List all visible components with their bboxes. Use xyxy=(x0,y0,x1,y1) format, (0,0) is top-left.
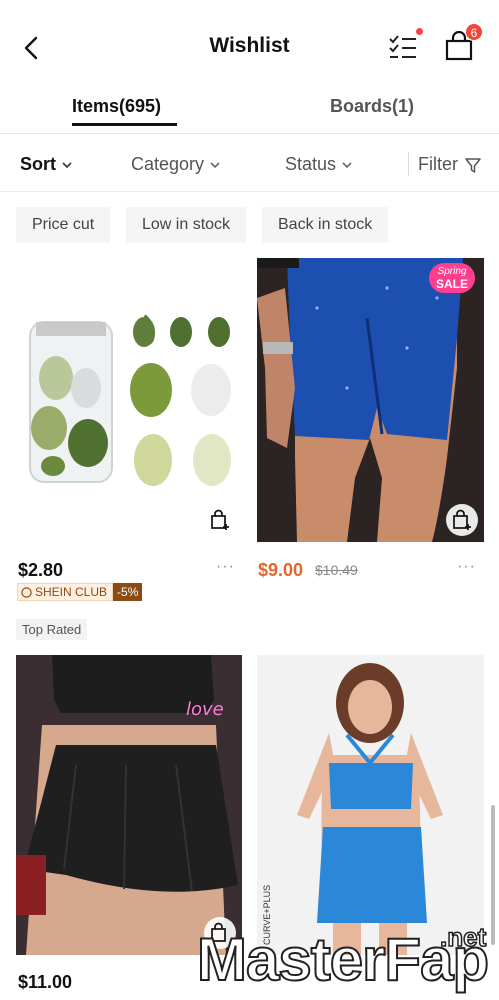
add-to-cart-button[interactable] xyxy=(446,504,478,536)
club-label: SHEIN CLUB xyxy=(17,583,114,601)
chip-price-cut[interactable]: Price cut xyxy=(16,207,111,243)
product-price: $11.00 xyxy=(18,972,73,992)
badge-line2: SALE xyxy=(435,277,468,291)
category-dropdown[interactable]: Category xyxy=(131,154,220,175)
club-text: SHEIN CLUB xyxy=(35,585,108,599)
status-label: Status xyxy=(285,154,337,174)
product-sale-price: $9.00 xyxy=(258,560,304,580)
cart-count-badge: 6 xyxy=(465,23,483,41)
product-image[interactable] xyxy=(257,655,484,955)
app-header: Wishlist 6 xyxy=(0,0,499,92)
club-s-icon xyxy=(21,586,32,598)
active-tab-indicator xyxy=(72,123,177,126)
black-skirt-image: love xyxy=(16,655,242,955)
add-to-cart-button[interactable] xyxy=(204,504,236,536)
product-image[interactable] xyxy=(16,258,242,542)
spring-sale-badge: Spring SALE xyxy=(429,263,475,293)
discount-ribbon xyxy=(257,258,299,268)
add-to-bag-icon xyxy=(453,509,471,530)
notification-dot xyxy=(416,28,423,35)
funnel-icon xyxy=(465,157,481,173)
chevron-down-icon xyxy=(210,161,220,168)
chevron-down-icon xyxy=(342,161,352,168)
status-dropdown[interactable]: Status xyxy=(285,154,352,175)
blue-halter-set-image xyxy=(257,655,484,955)
club-discount: -5% xyxy=(113,583,143,601)
blue-skort-image xyxy=(257,258,484,542)
sort-dropdown[interactable]: Sort xyxy=(20,154,72,175)
sort-label: Sort xyxy=(20,154,56,174)
tab-boards[interactable]: Boards(1) xyxy=(330,96,414,117)
filter-button[interactable]: Filter xyxy=(418,154,482,175)
filter-label: Filter xyxy=(418,154,458,174)
more-options-button[interactable]: ··· xyxy=(457,558,476,576)
scrollbar[interactable] xyxy=(491,805,495,945)
page-title: Wishlist xyxy=(209,34,290,57)
svg-text:love: love xyxy=(186,699,224,720)
product-image[interactable]: love xyxy=(16,655,242,955)
chevron-down-icon xyxy=(62,161,72,168)
top-rated-tag: Top Rated xyxy=(16,619,88,640)
category-label: Category xyxy=(131,154,205,174)
product-image[interactable]: Spring SALE xyxy=(257,258,484,542)
filter-divider xyxy=(408,152,409,176)
checklist-icon[interactable] xyxy=(388,33,418,63)
product-price: $2.80 xyxy=(18,560,64,580)
more-options-button[interactable]: ··· xyxy=(216,558,235,576)
chip-low-in-stock[interactable]: Low in stock xyxy=(126,207,247,243)
add-to-bag-icon xyxy=(211,509,229,530)
wishlist-tabs: Items(695) Boards(1) xyxy=(0,92,499,134)
product-original-price: $10.49 xyxy=(315,562,358,578)
makeup-sponge-image xyxy=(29,314,231,486)
tab-items[interactable]: Items(695) xyxy=(72,96,161,117)
shein-club-badge: SHEIN CLUB -5% xyxy=(17,583,143,601)
filter-bar: Sort Category Status Filter xyxy=(0,138,499,192)
chip-back-in-stock[interactable]: Back in stock xyxy=(262,207,389,243)
watermark-suffix: .net xyxy=(439,921,487,953)
